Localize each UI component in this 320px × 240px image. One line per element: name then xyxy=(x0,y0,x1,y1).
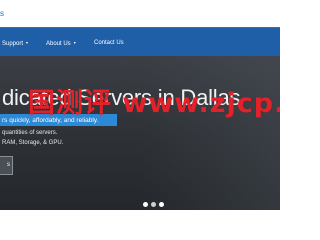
chevron-down-icon: ▾ xyxy=(26,40,29,45)
chevron-down-icon: ▾ xyxy=(73,40,76,45)
nav-item-support[interactable]: Support ▾ xyxy=(2,38,28,48)
hero-description-line: RAM, Storage, & GPU. xyxy=(2,140,64,146)
nav-item-about-us[interactable]: About Us ▾ xyxy=(46,38,76,48)
main-navigation: Support ▾ About Us ▾ Contact Us xyxy=(0,27,280,56)
nav-item-contact-us[interactable]: Contact Us xyxy=(94,38,124,48)
brand-logo[interactable]: s xyxy=(0,10,4,18)
nav-item-label: Contact Us xyxy=(94,40,124,46)
nav-item-label: Support xyxy=(2,41,24,47)
carousel-dot[interactable] xyxy=(143,202,148,207)
hero-banner: dicated Servers in Dallas rs quickly, af… xyxy=(0,56,280,210)
watermark-overlay: 国测评 www.zjcp.o xyxy=(28,88,280,119)
hero-description-line: quantities of servers. xyxy=(2,130,58,136)
hero-cta-button[interactable]: s xyxy=(0,156,13,175)
nav-item-label: About Us xyxy=(46,41,71,47)
carousel-dot-active[interactable] xyxy=(151,202,156,207)
carousel-indicators xyxy=(143,202,165,208)
page: s Support ▾ About Us ▾ Contact Us dicated … xyxy=(0,0,280,210)
top-header: s xyxy=(0,0,280,27)
carousel-dot[interactable] xyxy=(159,202,164,207)
